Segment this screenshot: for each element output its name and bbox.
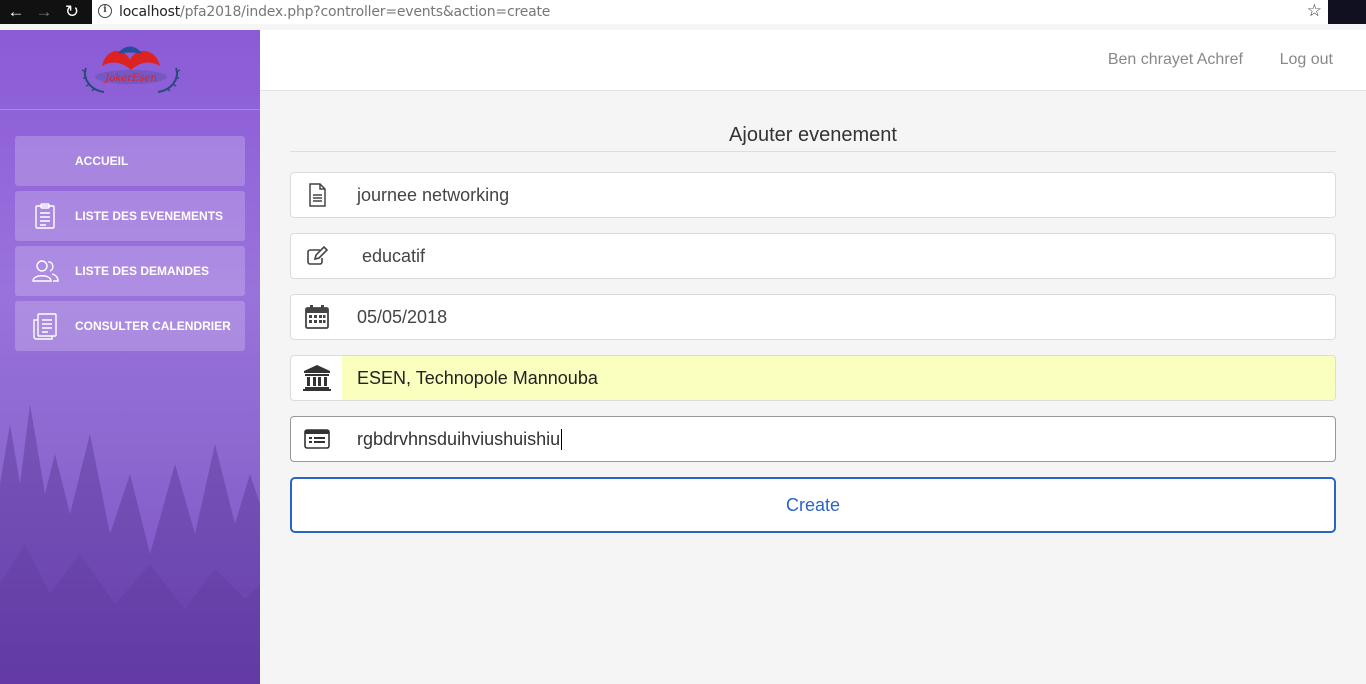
date-field[interactable]: 05/05/2018 bbox=[290, 294, 1336, 340]
forest-background bbox=[0, 404, 260, 684]
back-arrow-icon[interactable]: ← bbox=[5, 2, 27, 22]
url-path: /pfa2018/index.php?controller=events&act… bbox=[180, 4, 551, 20]
title-value: journee networking bbox=[357, 185, 510, 205]
location-value: ESEN, Technopole Mannouba bbox=[357, 368, 598, 388]
logo-area: JokerEsen bbox=[0, 30, 260, 110]
calendar-doc-icon bbox=[33, 313, 57, 340]
edit-icon bbox=[291, 234, 343, 278]
date-value: 05/05/2018 bbox=[357, 307, 448, 327]
url-host: localhost bbox=[119, 4, 181, 20]
logo-text: JokerEsen bbox=[103, 73, 157, 84]
location-field[interactable]: ESEN, Technopole Mannouba bbox=[290, 355, 1336, 401]
browser-extension-area bbox=[1328, 0, 1366, 24]
title-divider bbox=[290, 151, 1336, 152]
sidebar-item-label: CONSULTER CALENDRIER bbox=[75, 319, 231, 333]
users-icon bbox=[32, 260, 59, 282]
top-header: Ben chrayet Achref Log out bbox=[260, 30, 1366, 91]
sidebar-item-label: ACCUEIL bbox=[75, 154, 129, 168]
title-field[interactable]: journee networking bbox=[290, 172, 1336, 218]
address-bar[interactable]: i localhost/pfa2018/index.php?controller… bbox=[92, 0, 1328, 24]
description-value: rgbdrvhnsduihviushuishiu bbox=[357, 429, 563, 450]
institution-icon bbox=[291, 356, 343, 400]
forward-arrow-icon[interactable]: → bbox=[33, 2, 55, 22]
reload-icon[interactable]: ↻ bbox=[61, 2, 83, 22]
sidebar-item-consulter-calendrier[interactable]: CONSULTER CALENDRIER bbox=[15, 301, 245, 351]
sidebar-item-liste-demandes[interactable]: LISTE DES DEMANDES bbox=[15, 246, 245, 296]
calendar-icon bbox=[291, 295, 343, 339]
create-button[interactable]: Create bbox=[290, 477, 1336, 533]
info-icon[interactable]: i bbox=[98, 4, 112, 18]
document-icon bbox=[291, 173, 343, 217]
url-text[interactable]: localhost/pfa2018/index.php?controller=e… bbox=[119, 4, 550, 20]
bookmark-star-icon[interactable]: ☆ bbox=[1307, 1, 1322, 21]
clipboard-list-icon bbox=[35, 203, 55, 229]
browser-toolbar: ← → ↻ i localhost/pfa2018/index.php?cont… bbox=[0, 0, 1366, 24]
description-field[interactable]: rgbdrvhnsduihviushuishiu bbox=[290, 416, 1336, 462]
sidebar-item-label: LISTE DES DEMANDES bbox=[75, 264, 210, 278]
type-value: educatif bbox=[357, 246, 426, 266]
joker-esen-logo[interactable]: JokerEsen bbox=[80, 44, 182, 96]
user-name[interactable]: Ben chrayet Achref bbox=[1108, 51, 1243, 69]
sidebar-item-liste-evenements[interactable]: LISTE DES EVENEMENTS bbox=[15, 191, 245, 241]
form-title: Ajouter evenement bbox=[729, 124, 897, 146]
sidebar-item-label: LISTE DES EVENEMENTS bbox=[75, 209, 224, 223]
sidebar-item-accueil[interactable]: ACCUEIL bbox=[15, 136, 245, 186]
type-field[interactable]: educatif bbox=[290, 233, 1336, 279]
sidebar: JokerEsen ACCUEIL LISTE DES EVENEMENTS L… bbox=[0, 30, 260, 684]
logout-link[interactable]: Log out bbox=[1280, 51, 1333, 69]
list-icon bbox=[291, 417, 343, 461]
